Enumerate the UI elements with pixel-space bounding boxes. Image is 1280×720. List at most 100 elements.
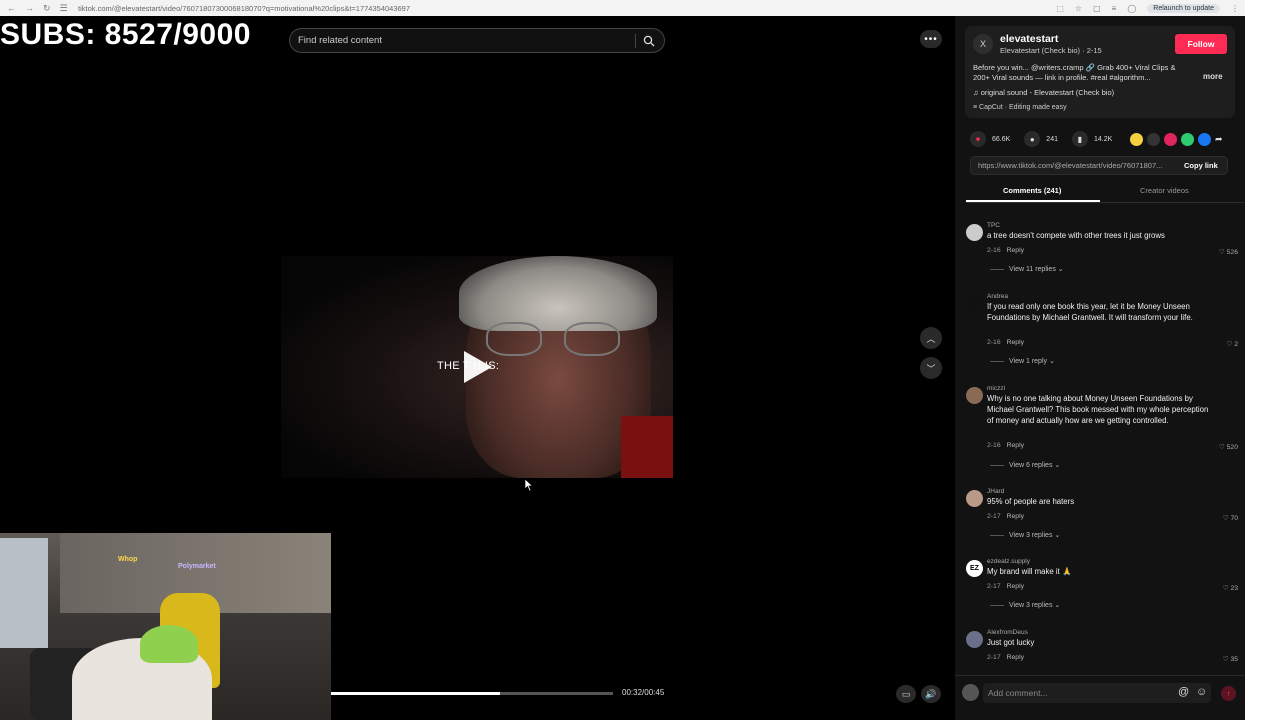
- next-video-button[interactable]: ﹀: [920, 357, 942, 379]
- back-icon[interactable]: ←: [7, 3, 16, 14]
- view-replies-label: View 3 replies: [1009, 602, 1053, 609]
- extensions-icon[interactable]: ▢: [1093, 4, 1101, 13]
- comment-date: 2-17: [987, 583, 1001, 590]
- copy-link-button[interactable]: Copy link: [1184, 161, 1218, 170]
- comment-date: 2-16: [987, 339, 1001, 346]
- comment-username[interactable]: TPC: [987, 222, 1000, 229]
- add-comment-input[interactable]: Add comment...: [983, 683, 1211, 703]
- previous-video-button[interactable]: ︿: [920, 327, 942, 349]
- reload-icon[interactable]: ↻: [43, 3, 51, 14]
- current-user-avatar: [962, 684, 979, 701]
- comment-text: Why is no one talking about Money Unseen…: [987, 394, 1209, 425]
- saves-count: 14.2K: [1093, 135, 1113, 143]
- comment-like-count: 35: [1230, 656, 1238, 663]
- relaunch-button[interactable]: Relaunch to update: [1147, 3, 1220, 13]
- search-input[interactable]: Find related content: [289, 28, 665, 53]
- mention-icon[interactable]: @: [1178, 686, 1189, 698]
- forward-icon[interactable]: →: [25, 3, 34, 14]
- comment-text: 95% of people are haters: [987, 497, 1075, 506]
- comment-avatar[interactable]: EZ: [966, 560, 983, 577]
- comment-likes[interactable]: ♡ 23: [1222, 584, 1238, 592]
- comment-avatar[interactable]: [966, 631, 983, 648]
- comment-likes[interactable]: ♡ 526: [1219, 248, 1238, 256]
- comment-likes[interactable]: ♡ 520: [1219, 443, 1238, 451]
- mouse-cursor-icon: [524, 478, 534, 492]
- browser-toolbar: ← → ↻ ☰ tiktok.com/@elevatestart/video/7…: [0, 0, 1245, 16]
- video-progress-bar[interactable]: [331, 692, 613, 695]
- comment-username[interactable]: JHard: [987, 488, 1004, 495]
- comment-text: Just got lucky: [987, 638, 1035, 647]
- comment-username[interactable]: Andrea: [987, 293, 1008, 300]
- bookmark-icon[interactable]: ▮: [1071, 131, 1088, 147]
- bookmark-star-icon[interactable]: ☆: [1075, 4, 1082, 13]
- tab-active-indicator: [966, 200, 1100, 202]
- floating-player-icon[interactable]: ▭: [896, 685, 916, 703]
- reply-button[interactable]: Reply: [1007, 654, 1024, 661]
- sidebar-icon[interactable]: ≡: [1112, 4, 1117, 13]
- tab-comments[interactable]: Comments (241): [1003, 186, 1061, 195]
- comment-icon[interactable]: ●: [1024, 131, 1041, 147]
- webcam-window: [0, 538, 48, 648]
- comment-username[interactable]: miczzi: [987, 385, 1005, 392]
- more-options-button[interactable]: •••: [920, 30, 942, 48]
- view-replies-button[interactable]: View 1 reply ⌄: [990, 357, 1055, 365]
- reply-button[interactable]: Reply: [1007, 442, 1024, 449]
- comment-text: My brand will make it 🙏: [987, 567, 1072, 576]
- volume-icon[interactable]: 🔊: [921, 685, 941, 703]
- comment-avatar[interactable]: [966, 490, 983, 507]
- share-send-icon[interactable]: [1164, 133, 1177, 146]
- comment-meta: 2-16 Reply: [987, 247, 1024, 254]
- author-subtitle: Elevatestart (Check bio) · 2-15: [1000, 46, 1102, 55]
- search-icon[interactable]: [643, 35, 655, 50]
- comment-like-count: 70: [1230, 515, 1238, 522]
- share-friend-icon[interactable]: [1130, 133, 1143, 146]
- author-name[interactable]: elevatestart: [1000, 33, 1058, 45]
- comment-avatar[interactable]: [966, 387, 983, 404]
- reply-button[interactable]: Reply: [1007, 339, 1024, 346]
- reply-button[interactable]: Reply: [1007, 583, 1024, 590]
- address-bar[interactable]: tiktok.com/@elevatestart/video/760718073…: [78, 4, 1056, 13]
- reply-button[interactable]: Reply: [1007, 513, 1024, 520]
- comment-likes[interactable]: ♡ 2: [1226, 340, 1238, 348]
- comment-username[interactable]: AlexfromDeus: [987, 629, 1028, 636]
- author-avatar[interactable]: X: [973, 34, 993, 54]
- tab-creator-videos[interactable]: Creator videos: [1140, 186, 1189, 195]
- emoji-icon[interactable]: ☺: [1196, 686, 1207, 698]
- comment-text: a tree doesn't compete with other trees …: [987, 231, 1165, 240]
- more-description-link[interactable]: more: [1203, 72, 1223, 81]
- facebook-icon[interactable]: [1198, 133, 1211, 146]
- comment-likes[interactable]: ♡ 70: [1222, 514, 1238, 522]
- video-frame[interactable]: THE T H IS:: [281, 256, 673, 478]
- reply-button[interactable]: Reply: [1007, 247, 1024, 254]
- follow-button[interactable]: Follow: [1175, 34, 1227, 54]
- profile-icon[interactable]: ◯: [1127, 4, 1136, 13]
- comment-username[interactable]: ezdealz.supply: [987, 558, 1030, 565]
- comment-likes[interactable]: ♡ 35: [1222, 655, 1238, 663]
- whatsapp-icon[interactable]: [1181, 133, 1194, 146]
- site-info-icon[interactable]: ☰: [60, 3, 68, 14]
- view-replies-button[interactable]: View 3 replies ⌄: [990, 601, 1060, 609]
- comment-date: 2-16: [987, 247, 1001, 254]
- play-icon[interactable]: [464, 351, 492, 383]
- comment-meta: 2-17 Reply: [987, 654, 1024, 661]
- share-arrow-icon[interactable]: ➦: [1215, 133, 1228, 146]
- share-icons: ➦: [1130, 133, 1228, 146]
- view-replies-button[interactable]: View 6 replies ⌄: [990, 461, 1060, 469]
- comment-avatar[interactable]: [966, 295, 983, 312]
- details-panel: [955, 16, 1245, 720]
- comment-avatar[interactable]: [966, 224, 983, 241]
- streamer-cap: [140, 625, 198, 663]
- capcut-line[interactable]: ≡ CapCut · Editing made easy: [973, 104, 1067, 111]
- view-replies-button[interactable]: View 11 replies ⌄: [990, 265, 1064, 273]
- search-placeholder: Find related content: [298, 35, 382, 46]
- install-icon[interactable]: ⬚: [1056, 4, 1064, 13]
- like-heart-icon[interactable]: ♥: [970, 131, 986, 147]
- music-line[interactable]: ♫ original sound - Elevatestart (Check b…: [973, 88, 1114, 97]
- share-link-url[interactable]: https://www.tiktok.com/@elevatestart/vid…: [978, 161, 1178, 170]
- view-replies-label: View 3 replies: [1009, 532, 1053, 539]
- menu-icon[interactable]: ⋮: [1231, 4, 1239, 13]
- embed-icon[interactable]: [1147, 133, 1160, 146]
- comment-like-count: 23: [1230, 585, 1238, 592]
- view-replies-button[interactable]: View 3 replies ⌄: [990, 531, 1060, 539]
- send-comment-icon[interactable]: ↑: [1221, 686, 1236, 701]
